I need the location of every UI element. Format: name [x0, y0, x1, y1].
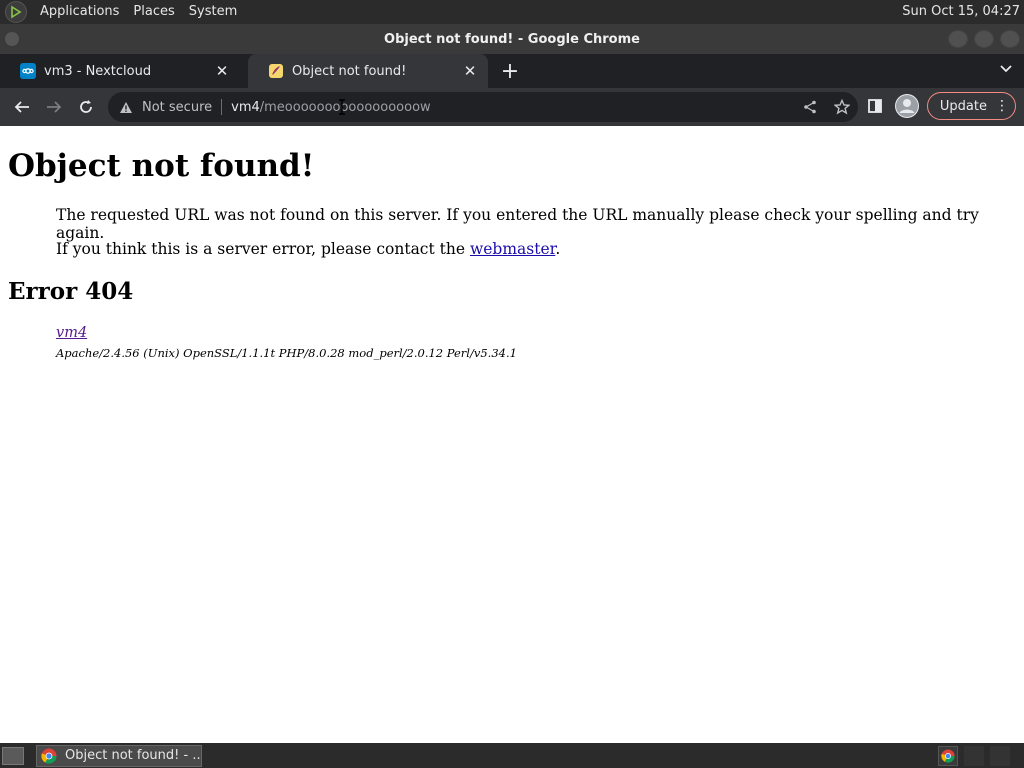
- places-menu[interactable]: Places: [126, 0, 181, 24]
- security-label[interactable]: Not secure: [142, 100, 212, 115]
- chrome-icon: [41, 748, 57, 764]
- bookmark-star-icon[interactable]: [832, 97, 852, 117]
- error-code-heading: Error 404: [8, 278, 134, 305]
- new-tab-button[interactable]: +: [496, 57, 524, 85]
- apache-feather-icon: [268, 63, 284, 79]
- tab-label: vm3 - Nextcloud: [44, 63, 152, 79]
- tab-strip: vm3 - Nextcloud ✕ Object not found! ✕ +: [0, 54, 1024, 88]
- server-address-link[interactable]: vm4: [56, 325, 87, 341]
- tab-object-not-found[interactable]: Object not found! ✕: [248, 54, 488, 88]
- address-bar[interactable]: Not secure vm4/meooooooooooooooooow: [108, 92, 858, 122]
- taskbar-window-label: Object not found! - ...: [65, 748, 201, 763]
- omnibox-separator: [221, 99, 223, 115]
- bottom-panel: Object not found! - ...: [0, 743, 1024, 768]
- tab-nextcloud[interactable]: vm3 - Nextcloud ✕: [0, 54, 240, 88]
- maximize-button[interactable]: [974, 30, 994, 48]
- url-host: vm4: [231, 99, 260, 115]
- workspace-switcher-2[interactable]: [990, 746, 1010, 766]
- error-message: The requested URL was not found on this …: [56, 206, 979, 242]
- panel-clock[interactable]: Sun Oct 15, 04:27: [902, 0, 1020, 24]
- contact-prefix: If you think this is a server error, ple…: [56, 240, 470, 258]
- contact-message: If you think this is a server error, ple…: [56, 240, 560, 258]
- tab-label: Object not found!: [292, 63, 407, 79]
- reload-icon: [80, 100, 92, 113]
- more-menu-icon[interactable]: ⋮: [995, 98, 1009, 114]
- warning-triangle-icon[interactable]: [118, 99, 134, 115]
- page-content: Object not found! The requested URL was …: [0, 126, 1024, 743]
- profile-avatar-icon[interactable]: [894, 94, 919, 118]
- page-heading: Object not found!: [8, 148, 315, 184]
- browser-toolbar: Not secure vm4/meooooooooooooooooow Upda…: [0, 88, 1024, 126]
- window-titlebar[interactable]: Object not found! - Google Chrome: [0, 24, 1024, 54]
- side-panel-icon[interactable]: [863, 94, 887, 118]
- share-icon[interactable]: [800, 97, 820, 117]
- system-menu[interactable]: System: [182, 0, 244, 24]
- back-arrow-icon: [14, 101, 29, 113]
- taskbar-window-button[interactable]: Object not found! - ...: [36, 744, 202, 767]
- nextcloud-icon: [20, 63, 36, 79]
- distro-logo-icon[interactable]: [5, 1, 27, 23]
- minimize-button[interactable]: [948, 30, 968, 48]
- update-label: Update: [939, 98, 987, 114]
- tab-search-chevron-icon[interactable]: [1000, 62, 1012, 76]
- forward-arrow-icon: [47, 101, 62, 113]
- webmaster-link[interactable]: webmaster: [470, 240, 555, 258]
- applications-menu[interactable]: Applications: [33, 0, 126, 24]
- window-menu-icon[interactable]: [5, 32, 19, 46]
- contact-suffix: .: [555, 240, 561, 258]
- show-desktop-icon[interactable]: [2, 746, 24, 765]
- tab-close-icon[interactable]: ✕: [460, 61, 480, 81]
- workspace-switcher-1[interactable]: [964, 746, 984, 766]
- text-cursor-icon: [339, 99, 345, 115]
- back-button[interactable]: [6, 91, 38, 123]
- close-window-button[interactable]: [1000, 30, 1020, 48]
- update-button[interactable]: Update ⋮: [926, 92, 1016, 120]
- top-panel: Applications Places System Sun Oct 15, 0…: [0, 0, 1024, 24]
- window-title: Object not found! - Google Chrome: [384, 31, 640, 47]
- reload-button[interactable]: [70, 91, 102, 123]
- forward-button[interactable]: [38, 91, 70, 123]
- server-signature: Apache/2.4.56 (Unix) OpenSSL/1.1.1t PHP/…: [56, 346, 517, 360]
- tray-chrome-icon[interactable]: [938, 746, 958, 766]
- tab-close-icon[interactable]: ✕: [212, 61, 232, 81]
